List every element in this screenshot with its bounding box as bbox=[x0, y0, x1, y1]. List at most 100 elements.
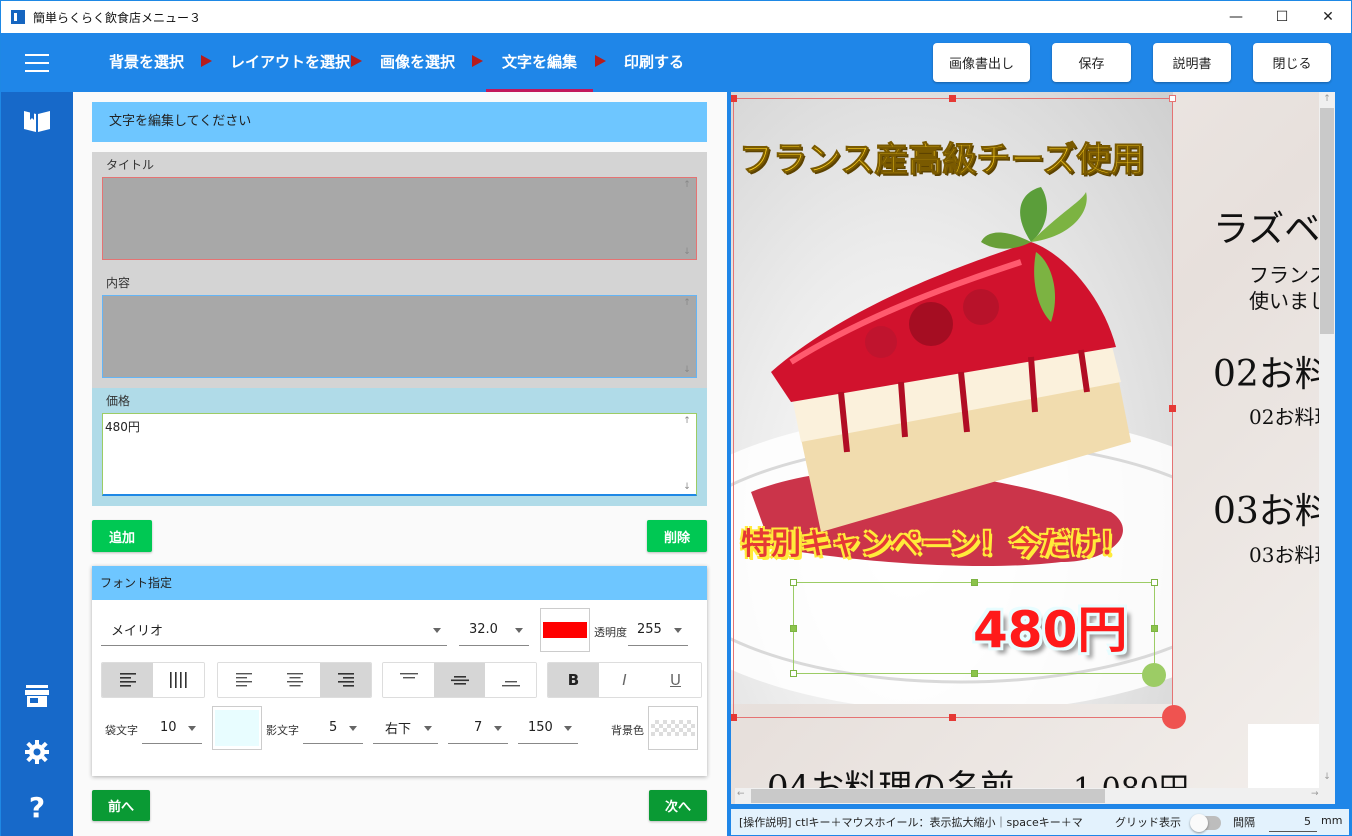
step-image[interactable]: 画像を選択 bbox=[380, 33, 455, 92]
font-settings-header: フォント指定 bbox=[92, 566, 707, 600]
outline-width-value: 10 bbox=[160, 720, 177, 735]
help-icon[interactable]: ? bbox=[21, 791, 53, 824]
title-input[interactable]: ↑ ↓ bbox=[102, 177, 697, 260]
align-center-button[interactable] bbox=[269, 663, 320, 697]
vertical-scroll-thumb[interactable] bbox=[1320, 108, 1334, 334]
shadow-label: 影文字 bbox=[266, 724, 299, 737]
resize-handle[interactable] bbox=[971, 670, 978, 677]
menu-canvas[interactable]: フランス産高級チーズ使用 特別キャンペーン！今だけ！ 480円 ラズベリ フラン… bbox=[731, 92, 1335, 804]
shadow-width-select[interactable]: 5 bbox=[303, 712, 363, 744]
chevron-down-icon bbox=[188, 726, 196, 731]
resize-handle[interactable] bbox=[949, 714, 956, 721]
align-left-button[interactable] bbox=[218, 663, 269, 697]
delete-button[interactable]: 削除 bbox=[647, 520, 707, 552]
font-family-select[interactable]: メイリオ bbox=[101, 614, 447, 646]
align-top-button[interactable] bbox=[383, 663, 434, 697]
scroll-up-icon[interactable]: ↑ bbox=[1319, 94, 1335, 104]
chevron-down-icon bbox=[515, 628, 523, 633]
spacing-input[interactable]: 5 bbox=[1269, 811, 1317, 832]
italic-button[interactable]: I bbox=[599, 663, 650, 697]
next-button[interactable]: 次へ bbox=[649, 790, 707, 821]
add-button[interactable]: 追加 bbox=[92, 520, 152, 552]
font-settings-card: フォント指定 メイリオ 32.0 透明度 255 B I U 袋文字 10 影文… bbox=[92, 566, 707, 776]
font-color-picker[interactable] bbox=[540, 608, 590, 652]
resize-handle[interactable] bbox=[949, 95, 956, 102]
side-rail: ? bbox=[1, 33, 73, 836]
book-icon[interactable] bbox=[21, 105, 53, 137]
outline-width-select[interactable]: 10 bbox=[142, 712, 202, 744]
item1-desc-line2[interactable]: 使いまし bbox=[1249, 288, 1329, 314]
store-icon[interactable] bbox=[21, 680, 53, 712]
horizontal-scrollbar[interactable]: ← → bbox=[735, 788, 1323, 804]
export-image-button[interactable]: 画像書出し bbox=[933, 43, 1030, 82]
shadow-distance-value: 7 bbox=[474, 720, 483, 735]
resize-handle[interactable] bbox=[790, 579, 797, 586]
save-button[interactable]: 保存 bbox=[1052, 43, 1131, 82]
resize-handle[interactable] bbox=[1169, 95, 1176, 102]
bold-button[interactable]: B bbox=[548, 663, 599, 697]
shadow-distance-select[interactable]: 7 bbox=[448, 712, 508, 744]
vertical-text-button[interactable] bbox=[153, 663, 204, 697]
align-right-button[interactable] bbox=[320, 663, 371, 697]
vertical-align-group bbox=[382, 662, 537, 698]
scroll-left-icon[interactable]: ← bbox=[737, 789, 745, 799]
align-bottom-button[interactable] bbox=[485, 663, 536, 697]
step-print[interactable]: 印刷する bbox=[624, 33, 684, 92]
price-input[interactable]: 480円 ↑ ↓ bbox=[102, 413, 697, 496]
minimize-button[interactable]: — bbox=[1213, 1, 1259, 33]
title-scrollbar[interactable]: ↑ ↓ bbox=[680, 180, 694, 257]
resize-handle[interactable] bbox=[1169, 405, 1176, 412]
font-size-value: 32.0 bbox=[469, 622, 498, 637]
resize-handle[interactable] bbox=[731, 714, 737, 721]
shadow-direction-select[interactable]: 右下 bbox=[373, 712, 438, 744]
rotate-handle[interactable] bbox=[1142, 663, 1166, 687]
prev-button[interactable]: 前へ bbox=[92, 790, 150, 821]
underline-button[interactable]: U bbox=[650, 663, 701, 697]
manual-button[interactable]: 説明書 bbox=[1153, 43, 1231, 82]
horizontal-text-button[interactable] bbox=[102, 663, 153, 697]
resize-handle[interactable] bbox=[731, 95, 737, 102]
vertical-scrollbar[interactable]: ↑ ↓ bbox=[1319, 92, 1335, 804]
outline-color-picker[interactable] bbox=[212, 706, 262, 750]
help-text: [操作説明] ctlキー＋マウスホイール：表示拡大縮小｜spaceキー＋マ bbox=[739, 816, 1083, 829]
shadow-alpha-value: 150 bbox=[528, 720, 553, 735]
align-middle-button[interactable] bbox=[434, 663, 485, 697]
price-input-value: 480円 bbox=[105, 420, 140, 434]
item2-title[interactable]: 02お料 bbox=[1213, 345, 1331, 397]
grid-toggle[interactable] bbox=[1190, 814, 1221, 832]
scroll-down-icon[interactable]: ↓ bbox=[1319, 772, 1335, 782]
edit-panel-header: 文字を編集してください bbox=[92, 102, 707, 142]
close-button[interactable]: 閉じる bbox=[1253, 43, 1331, 82]
step-bar: 背景を選択 レイアウトを選択 画像を選択 文字を編集 印刷する 画像書出し 保存… bbox=[73, 33, 1351, 92]
resize-handle[interactable] bbox=[790, 625, 797, 632]
font-size-select[interactable]: 32.0 bbox=[459, 614, 529, 646]
scroll-right-icon[interactable]: → bbox=[1311, 789, 1319, 799]
opacity-select[interactable]: 255 bbox=[628, 614, 688, 646]
text-selection-frame[interactable] bbox=[793, 582, 1155, 674]
step-edit-text[interactable]: 文字を編集 bbox=[485, 33, 594, 92]
window-title: 簡単らくらく飲食店メニュー３ bbox=[33, 10, 202, 25]
price-scrollbar[interactable]: ↑ ↓ bbox=[680, 416, 694, 492]
horizontal-scroll-thumb[interactable] bbox=[751, 789, 1105, 803]
close-window-button[interactable]: ✕ bbox=[1305, 1, 1351, 33]
step-background[interactable]: 背景を選択 bbox=[109, 33, 184, 92]
rotate-handle[interactable] bbox=[1162, 705, 1186, 729]
content-input[interactable]: ↑ ↓ bbox=[102, 295, 697, 378]
menu-button[interactable] bbox=[1, 33, 73, 92]
resize-handle[interactable] bbox=[1151, 579, 1158, 586]
step-layout[interactable]: レイアウトを選択 bbox=[230, 33, 350, 92]
step-arrow-icon bbox=[201, 55, 212, 67]
item3-title[interactable]: 03お料 bbox=[1213, 482, 1331, 534]
resize-handle[interactable] bbox=[1151, 625, 1158, 632]
maximize-button[interactable]: ☐ bbox=[1259, 1, 1305, 33]
price-label: 価格 bbox=[106, 394, 131, 408]
shadow-alpha-select[interactable]: 150 bbox=[518, 712, 578, 744]
bg-color-picker[interactable] bbox=[648, 706, 698, 750]
preview-area: フランス産高級チーズ使用 特別キャンペーン！今だけ！ 480円 ラズベリ フラン… bbox=[727, 92, 1351, 836]
font-color-swatch bbox=[543, 622, 587, 638]
content-scrollbar[interactable]: ↑ ↓ bbox=[680, 298, 694, 375]
resize-handle[interactable] bbox=[790, 670, 797, 677]
gear-icon[interactable] bbox=[21, 736, 53, 768]
item1-title[interactable]: ラズベリ bbox=[1213, 200, 1335, 252]
resize-handle[interactable] bbox=[971, 579, 978, 586]
